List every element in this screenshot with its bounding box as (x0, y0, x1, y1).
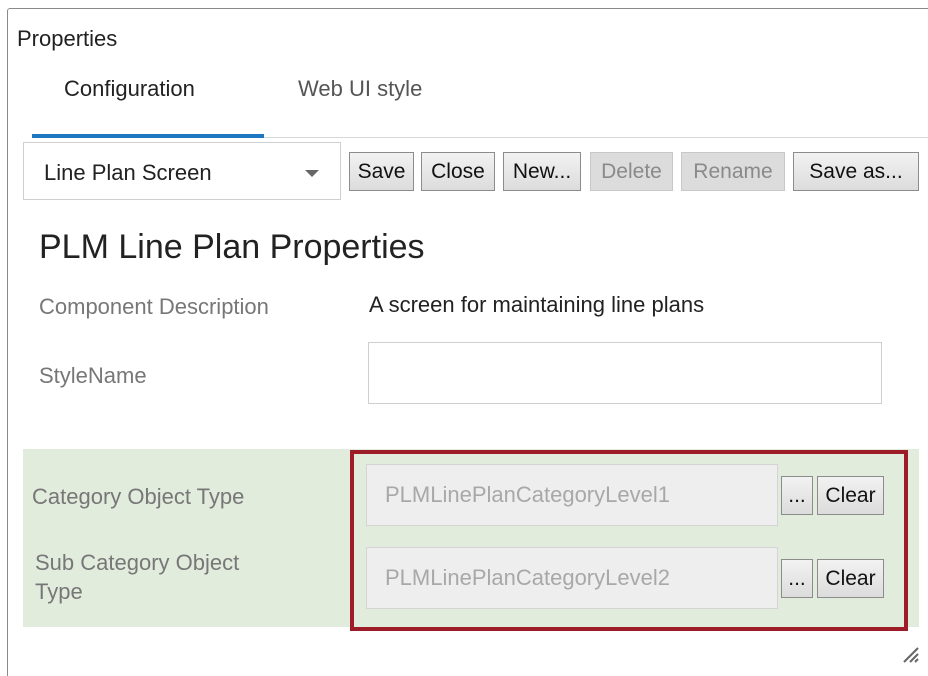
chevron-down-icon (305, 170, 319, 177)
component-description-value: A screen for maintaining line plans (369, 292, 705, 317)
tab-web-ui-style[interactable]: Web UI style (298, 76, 422, 138)
resize-grip-icon[interactable] (898, 642, 920, 664)
component-description-label: Component Description (39, 294, 269, 319)
category-object-type-label: Category Object Type (32, 484, 245, 509)
rename-button[interactable]: Rename (681, 152, 785, 191)
delete-button[interactable]: Delete (590, 152, 673, 191)
tab-configuration[interactable]: Configuration (32, 76, 264, 138)
tab-configuration-label: Configuration (64, 76, 195, 101)
new-button[interactable]: New... (503, 152, 581, 191)
tab-divider (264, 137, 928, 138)
subcategory-label-line2: Type (35, 579, 83, 604)
close-button[interactable]: Close (421, 152, 495, 191)
screen-selector[interactable]: Line Plan Screen (23, 142, 341, 200)
subcategory-label-line1: Sub Category Object (35, 550, 240, 575)
page-title: PLM Line Plan Properties (39, 228, 425, 266)
save-as-button[interactable]: Save as... (793, 152, 919, 191)
panel-title: Properties (17, 26, 118, 51)
stylename-field[interactable] (368, 342, 882, 404)
subcategory-object-type-label: Sub Category Object Type (35, 548, 239, 606)
highlight-box (350, 450, 908, 631)
screen-selector-value: Line Plan Screen (44, 160, 212, 185)
save-button[interactable]: Save (349, 152, 414, 191)
stylename-label: StyleName (39, 363, 147, 388)
